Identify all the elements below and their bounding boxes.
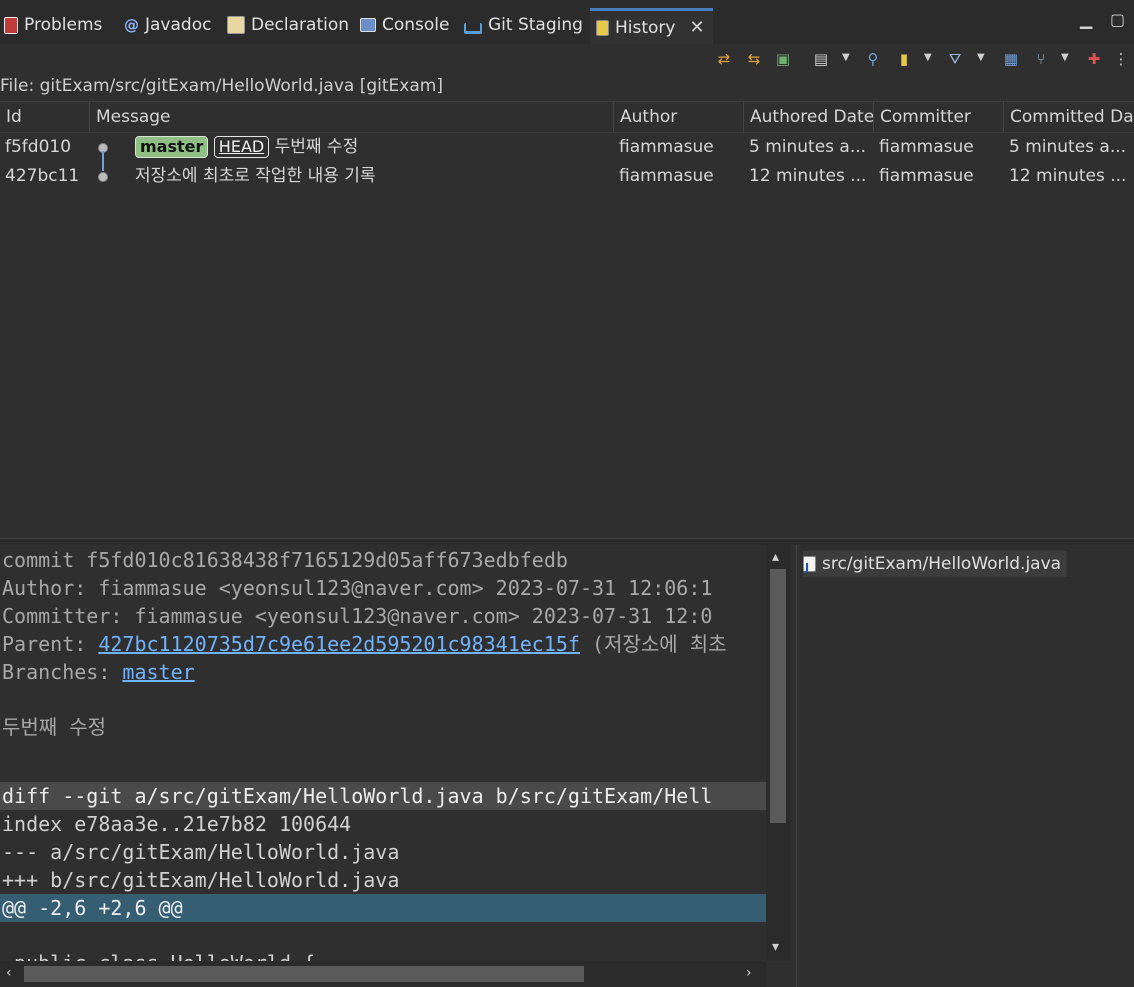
- tab-console-label: Console: [382, 15, 450, 35]
- tab-javadoc[interactable]: @ Javadoc: [124, 8, 211, 42]
- commit-message-full: 두번째 수정: [2, 715, 107, 739]
- scroll-up-icon[interactable]: ▴: [772, 549, 779, 565]
- horizontal-scrollbar[interactable]: ‹ ›: [0, 961, 766, 987]
- tab-declaration-label: Declaration: [251, 15, 350, 35]
- tab-git-staging-label: Git Staging: [488, 15, 583, 35]
- scroll-down-icon[interactable]: ▾: [772, 939, 779, 955]
- tab-git-staging[interactable]: Git Staging: [464, 8, 583, 42]
- link-with-selection-icon[interactable]: ⇄: [713, 48, 735, 70]
- java-file-icon: [803, 555, 816, 581]
- diff-index-line: index e78aa3e..21e7b82 100644: [2, 812, 352, 836]
- history-toolbar: ⇄ ⇆ ▣ ▤ ▼ ⚲ ▮ ▼ ⛛ ▼ ▦ ⑂ ▼ ✚ ⋮: [0, 44, 1134, 74]
- close-icon[interactable]: ✕: [689, 17, 704, 38]
- commit-message-cell: master HEAD 두번째 수정: [130, 133, 614, 162]
- parent-label: Parent:: [2, 632, 99, 656]
- diff-plus-line: +++ b/src/gitExam/HelloWorld.java: [2, 868, 400, 892]
- pane-splitter[interactable]: [0, 538, 1134, 545]
- author: fiammasue: [619, 166, 714, 186]
- column-author[interactable]: Author: [614, 102, 744, 132]
- tab-problems-label: Problems: [24, 15, 103, 35]
- commit-hash-line: commit f5fd010c81638438f7165129d05aff673…: [2, 548, 568, 572]
- column-id[interactable]: Id: [0, 102, 90, 132]
- head-badge: HEAD: [213, 136, 270, 158]
- table-row[interactable]: 427bc11 저장소에 최초로 작업한 내용 기록 fiammasue 12 …: [0, 162, 1134, 191]
- branches-line: Branches: master: [2, 658, 195, 686]
- chevron-down-icon[interactable]: ▼: [977, 52, 987, 64]
- filter-resource-icon[interactable]: ▤: [810, 48, 832, 70]
- tab-declaration[interactable]: Declaration: [227, 8, 349, 42]
- minimize-icon[interactable]: ▁: [1080, 10, 1092, 29]
- tab-history-label: History: [615, 17, 676, 38]
- diff-header: diff --git a/src/gitExam/HelloWorld.java…: [0, 782, 766, 810]
- commit-details-pane[interactable]: commit f5fd010c81638438f7165129d05aff673…: [0, 545, 766, 961]
- parent-message: (저장소에 최초: [579, 632, 727, 656]
- layout-icon[interactable]: ▦: [1000, 48, 1022, 70]
- column-authored-date[interactable]: Authored Date: [744, 102, 874, 132]
- table-row[interactable]: f5fd010 master HEAD 두번째 수정 fiammasue 5 m…: [0, 133, 1134, 162]
- column-committed-date[interactable]: Committed Da: [1004, 102, 1134, 132]
- committed-date: 12 minutes ...: [1009, 166, 1127, 186]
- committed-date: 5 minutes a...: [1009, 137, 1127, 157]
- diff-code-line: public class HelloWorld {: [2, 949, 315, 961]
- tab-console[interactable]: Console: [360, 8, 450, 42]
- changed-file-name: src/gitExam/HelloWorld.java: [822, 554, 1062, 574]
- chevron-down-icon[interactable]: ▼: [1061, 52, 1071, 64]
- problems-icon: [4, 16, 18, 34]
- authored-date: 5 minutes a...: [749, 137, 867, 157]
- author: fiammasue: [619, 137, 714, 157]
- scroll-left-icon[interactable]: ‹: [6, 965, 12, 981]
- scroll-right-icon[interactable]: ›: [746, 965, 752, 981]
- compare-mode-icon[interactable]: ⇆: [743, 48, 765, 70]
- diff-minus-line: --- a/src/gitExam/HelloWorld.java: [2, 840, 400, 864]
- committer: fiammasue: [879, 137, 974, 157]
- pin-icon[interactable]: ✚: [1083, 48, 1105, 70]
- branches-label: Branches:: [2, 660, 123, 684]
- view-tab-bar: Problems @ Javadoc Declaration Console G…: [0, 0, 1134, 44]
- console-icon: [360, 18, 376, 32]
- view-menu-icon[interactable]: ⋮: [1110, 48, 1132, 70]
- horizontal-scroll-thumb[interactable]: [24, 966, 584, 982]
- chevron-down-icon[interactable]: ▼: [924, 52, 934, 64]
- branch-badge: master: [135, 136, 209, 158]
- committer: fiammasue: [879, 166, 974, 186]
- commit-message: 저장소에 최초로 작업한 내용 기록: [135, 166, 376, 186]
- parent-line: Parent: 427bc1120735d7c9e61ee2d595201c98…: [2, 630, 727, 658]
- changed-files-pane: src/gitExam/HelloWorld.java: [796, 545, 1134, 987]
- branch-link[interactable]: master: [122, 660, 194, 684]
- show-all-branches-icon[interactable]: ▣: [772, 48, 794, 70]
- column-committer[interactable]: Committer: [874, 102, 1004, 132]
- authored-date: 12 minutes ...: [749, 166, 867, 186]
- maximize-icon[interactable]: ▢: [1110, 10, 1125, 29]
- branch-graph-icon[interactable]: ⑂: [1030, 48, 1052, 70]
- javadoc-icon: @: [124, 16, 139, 34]
- git-staging-icon: [464, 22, 482, 34]
- commit-message: 두번째 수정: [274, 137, 359, 157]
- parent-hash-link[interactable]: 427bc1120735d7c9e61ee2d595201c98341ec15f: [98, 632, 580, 656]
- commit-id: f5fd010: [5, 137, 72, 157]
- author-line: Author: fiammasue <yeonsul123@naver.com>…: [2, 576, 713, 600]
- changed-file-item[interactable]: src/gitExam/HelloWorld.java: [803, 551, 1068, 581]
- history-options-icon[interactable]: ▮: [893, 48, 915, 70]
- declaration-icon: [227, 16, 245, 34]
- vertical-scroll-thumb[interactable]: [770, 569, 786, 823]
- chevron-down-icon[interactable]: ▼: [842, 52, 852, 64]
- vertical-scrollbar[interactable]: ▴ ▾: [766, 545, 790, 961]
- tab-problems[interactable]: Problems: [4, 8, 102, 42]
- search-icon[interactable]: ⚲: [862, 48, 884, 70]
- graph-node: [98, 172, 108, 182]
- history-icon: [596, 19, 609, 36]
- diff-hunk-header: @@ -2,6 +2,6 @@: [0, 894, 766, 922]
- tab-javadoc-label: Javadoc: [145, 15, 212, 35]
- history-table-header: Id Message Author Authored Date Committe…: [0, 101, 1134, 133]
- commit-id: 427bc11: [5, 166, 80, 186]
- column-message[interactable]: Message: [90, 102, 614, 132]
- tab-history[interactable]: History ✕: [590, 8, 713, 44]
- committer-line: Committer: fiammasue <yeonsul123@naver.c…: [2, 604, 713, 628]
- resource-path: File: gitExam/src/gitExam/HelloWorld.jav…: [0, 76, 443, 96]
- filter-icon[interactable]: ⛛: [944, 48, 966, 70]
